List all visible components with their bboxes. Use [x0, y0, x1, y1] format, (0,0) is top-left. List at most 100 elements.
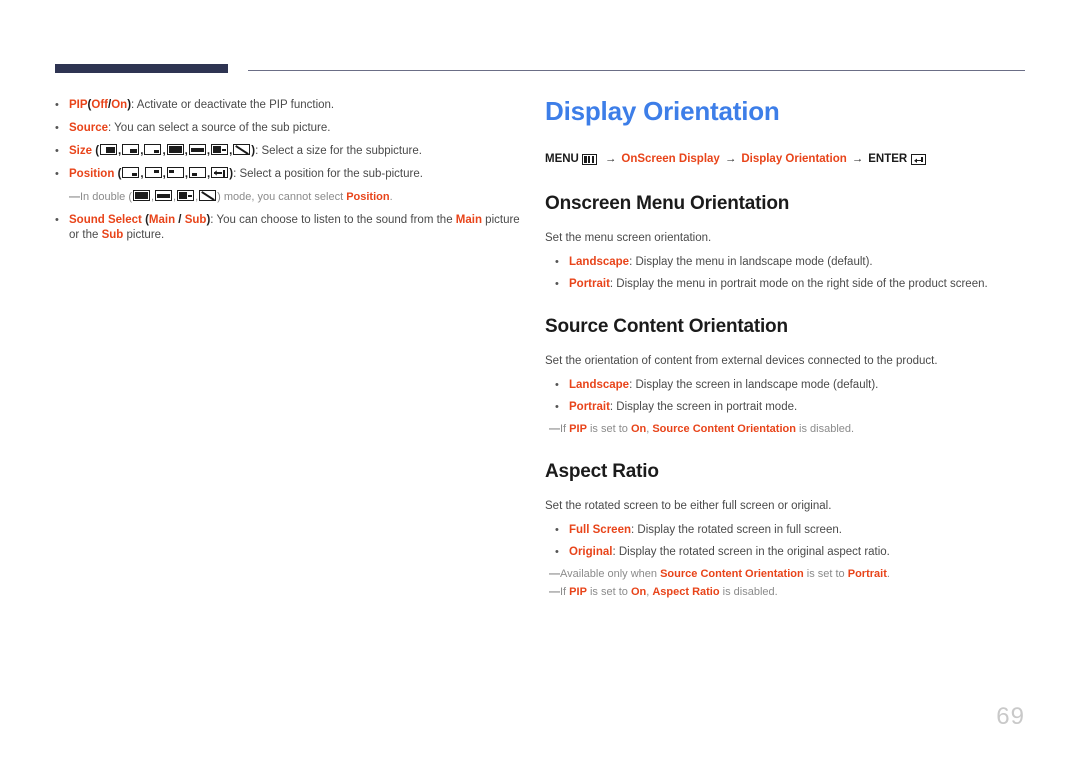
option-on: On: [111, 99, 128, 111]
list-item-landscape: • Landscape: Display the menu in landsca…: [555, 255, 1025, 270]
section-description: Set the menu screen orientation.: [545, 232, 712, 244]
keyword-landscape: Landscape: [569, 379, 630, 391]
note-text: In double (,,,) mode, you cannot select …: [80, 190, 393, 205]
keyword-pip: PIP: [569, 586, 587, 598]
pip-double-wide-icon: [188, 144, 206, 155]
keyword-portrait: Portrait: [569, 401, 610, 413]
note-prefix: Available only when: [560, 568, 661, 580]
pip-pos-arrow-icon: [211, 167, 229, 178]
pip-double-dash-icon: [211, 144, 229, 155]
keyword-sub: Sub: [101, 229, 124, 241]
section-description: Set the orientation of content from exte…: [545, 355, 938, 367]
section-heading: Source Content Orientation: [545, 316, 788, 337]
list-item-size: • Size (,,,,,,): Select a size for the s…: [55, 144, 525, 159]
keyword-source-content-orientation: Source Content Orientation: [660, 568, 804, 580]
keyword-full-screen: Full Screen: [569, 524, 631, 536]
breadcrumb: MENU → OnScreen Display → Display Orient…: [545, 152, 1025, 167]
option-off: Off: [91, 99, 108, 111]
enter-icon: [911, 154, 927, 165]
keyword-main: Main: [455, 214, 482, 226]
header-tab-marker: [55, 64, 228, 73]
list-item-text: Position (,,,,): Select a position for t…: [69, 167, 525, 182]
section-heading: Aspect Ratio: [545, 461, 659, 482]
list-item-landscape: • Landscape: Display the screen in lands…: [555, 378, 1025, 393]
description-text: : You can select a source of the sub pic…: [108, 122, 331, 134]
note-dash-marker: —: [69, 191, 80, 203]
note-available-only-portrait: — Available only when Source Content Ori…: [549, 567, 1025, 582]
list-item-portrait: • Portrait: Display the screen in portra…: [555, 400, 1025, 415]
description-text: : Display the screen in portrait mode.: [609, 401, 798, 413]
keyword-position: Position: [346, 191, 390, 203]
note-suffix: .: [389, 191, 393, 203]
icon-separator: ,: [206, 145, 211, 157]
note-text: If PIP is set to On, Source Content Orie…: [560, 422, 854, 437]
pip-double-half-icon: [166, 144, 184, 155]
breadcrumb-menu-label: MENU: [545, 153, 579, 165]
note-double-mode: — In double (,,,) mode, you cannot selec…: [69, 190, 525, 205]
note-text: If PIP is set to On, Aspect Ratio is dis…: [560, 585, 778, 600]
paren-open: (: [92, 145, 100, 157]
pip-double-diagonal-icon: [199, 190, 217, 201]
bullet-marker: •: [55, 145, 59, 157]
list-item-text: Original: Display the rotated screen in …: [569, 545, 1025, 560]
note-dash-marker: —: [549, 423, 560, 435]
keyword-portrait: Portrait: [569, 278, 610, 290]
menu-icon: [581, 154, 597, 165]
note-prefix: If: [560, 423, 570, 435]
list-item-original: • Original: Display the rotated screen i…: [555, 545, 1025, 560]
icon-separator: ,: [118, 145, 122, 157]
list-item-text: Source: You can select a source of the s…: [69, 121, 525, 136]
icon-separator: ,: [207, 168, 211, 180]
note-middle: is set to: [586, 586, 631, 598]
icon-separator: ,: [195, 191, 199, 203]
description-text: : Display the screen in landscape mode (…: [629, 379, 879, 391]
pip-pos-top-right-icon: [144, 167, 162, 178]
paren-open: (: [114, 168, 122, 180]
keyword-original: Original: [569, 546, 613, 558]
bullet-marker: •: [555, 401, 559, 413]
note-middle: is set to: [803, 568, 848, 580]
note-text: Available only when Source Content Orien…: [560, 567, 890, 582]
section-onscreen-menu-orientation: Onscreen Menu Orientation Set the menu s…: [545, 193, 1025, 292]
pip-double-wide-icon: [155, 190, 173, 201]
description-text-3: picture.: [123, 229, 165, 241]
list-item-source: • Source: You can select a source of the…: [55, 121, 525, 136]
icon-separator: ,: [184, 168, 189, 180]
note-dash-marker: —: [549, 586, 560, 598]
note-pip-disables-aspect-ratio: — If PIP is set to On, Aspect Ratio is d…: [549, 585, 1025, 600]
page-title: Display Orientation: [545, 96, 780, 126]
breadcrumb-arrow: →: [724, 153, 737, 165]
keyword-portrait: Portrait: [847, 568, 887, 580]
pip-size-large-icon: [100, 144, 118, 155]
keyword-pip: PIP: [69, 99, 88, 111]
note-middle: ) mode, you cannot select: [217, 191, 347, 203]
list-item-full-screen: • Full Screen: Display the rotated scree…: [555, 523, 1025, 538]
icon-separator: ,: [229, 145, 233, 157]
pip-double-half-icon: [132, 190, 150, 201]
breadcrumb-item-onscreen-display[interactable]: OnScreen Display: [621, 152, 719, 167]
pip-pos-bottom-right-icon: [122, 167, 140, 178]
icon-separator: ,: [162, 168, 166, 180]
description-text: : You can choose to listen to the sound …: [210, 214, 456, 226]
keyword-on: On: [630, 423, 647, 435]
description-text: : Display the rotated screen in full scr…: [631, 524, 842, 536]
breadcrumb-item-display-orientation[interactable]: Display Orientation: [741, 152, 846, 167]
list-item-text: Portrait: Display the screen in portrait…: [569, 400, 1025, 415]
note-suffix: is disabled.: [795, 423, 855, 435]
list-item-position: • Position (,,,,): Select a position for…: [55, 167, 525, 182]
description-text: : Display the rotated screen in the orig…: [612, 546, 890, 558]
icon-separator: ,: [140, 145, 144, 157]
list-item-text: PIP(Off/On): Activate or deactivate the …: [69, 98, 525, 113]
breadcrumb-arrow: →: [604, 153, 617, 165]
note-pip-disables-source-content-orientation: — If PIP is set to On, Source Content Or…: [549, 422, 1025, 437]
option-separator: /: [175, 214, 185, 226]
list-item-sound-select: • Sound Select (Main / Sub): You can cho…: [55, 213, 525, 243]
note-dash-marker: —: [549, 568, 560, 580]
pip-pos-bottom-left-icon: [189, 167, 207, 178]
list-item-text: Portrait: Display the menu in portrait m…: [569, 277, 1025, 292]
note-prefix: In double (: [80, 191, 132, 203]
keyword-landscape: Landscape: [569, 256, 630, 268]
option-sub: Sub: [184, 214, 207, 226]
note-suffix: is disabled.: [719, 586, 778, 598]
bullet-marker: •: [55, 168, 59, 180]
